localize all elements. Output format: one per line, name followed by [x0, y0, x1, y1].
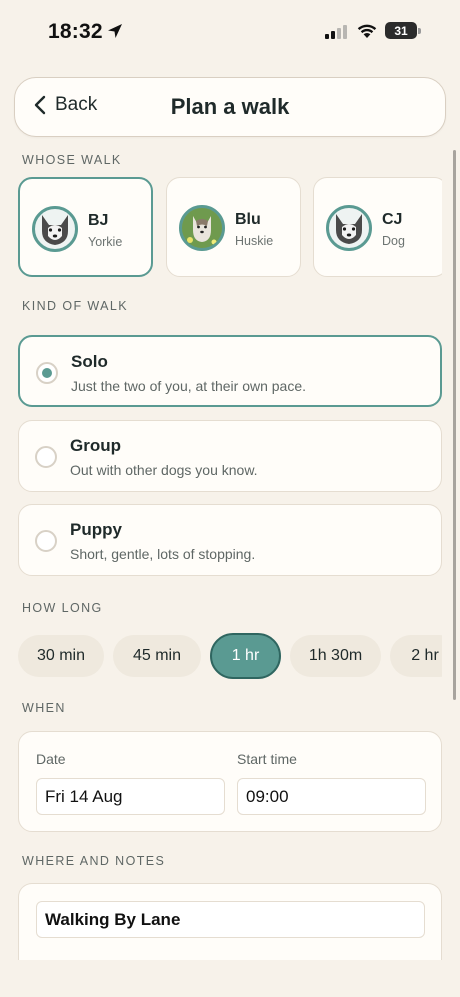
- walk-option-solo[interactable]: Solo Just the two of you, at their own p…: [18, 335, 442, 407]
- section-label-how-long: HOW LONG: [22, 601, 103, 615]
- duration-chip-30min[interactable]: 30 min: [18, 635, 104, 677]
- option-title-group: Group: [70, 436, 121, 455]
- battery-icon: 31: [385, 22, 417, 39]
- date-label: Date: [36, 751, 66, 767]
- bottom-edge: [0, 960, 460, 997]
- duration-chip-1h30m[interactable]: 1h 30m: [290, 635, 381, 677]
- dog-card-cj[interactable]: CJ Dog: [313, 177, 442, 277]
- cellular-signal-icon: [325, 25, 347, 39]
- radio-solo[interactable]: [36, 362, 58, 384]
- radio-dot: [42, 368, 52, 378]
- scrollbar[interactable]: [453, 150, 456, 700]
- option-desc-solo: Just the two of you, at their own pace.: [71, 378, 307, 394]
- dog-name-blu: Blu: [235, 211, 261, 228]
- battery-level: 31: [394, 23, 408, 38]
- wifi-icon: [357, 24, 377, 38]
- option-desc-group: Out with other dogs you know.: [70, 462, 258, 478]
- dog-breed-cj: Dog: [382, 234, 405, 248]
- start-time-field[interactable]: 09:00: [237, 778, 426, 815]
- section-label-when: WHEN: [22, 701, 66, 715]
- dog-avatar-blu: [179, 205, 225, 251]
- header-bar: Back Plan a walk: [14, 77, 446, 137]
- dog-breed-blu: Huskie: [235, 234, 274, 248]
- dog-breed-bj: Yorkie: [88, 235, 123, 249]
- duration-chip-2hr[interactable]: 2 hr: [390, 635, 442, 677]
- start-time-label: Start time: [237, 751, 297, 767]
- dog-card-blu[interactable]: Blu Huskie: [166, 177, 301, 277]
- option-desc-puppy: Short, gentle, lots of stopping.: [70, 546, 256, 562]
- status-bar: 18:32 31: [0, 0, 460, 62]
- dog-avatar-bj: [32, 206, 78, 252]
- back-label: Back: [55, 94, 98, 115]
- option-title-puppy: Puppy: [70, 520, 122, 539]
- location-field[interactable]: Walking By Lane: [36, 901, 425, 938]
- radio-group[interactable]: [35, 446, 57, 468]
- dog-name-cj: CJ: [382, 211, 403, 228]
- date-field[interactable]: Fri 14 Aug: [36, 778, 225, 815]
- husky-icon: [336, 214, 362, 244]
- back-button[interactable]: Back: [33, 94, 97, 116]
- dog-photo-icon: [182, 208, 222, 248]
- section-label-whose-walk: WHOSE WALK: [22, 153, 122, 167]
- status-time: 18:32: [48, 20, 103, 43]
- when-card: Date Fri 14 Aug Start time 09:00: [18, 731, 442, 832]
- duration-selector: 30 min 45 min 1 hr 1h 30m 2 hr: [18, 632, 442, 680]
- location-arrow-icon: [108, 24, 122, 38]
- walk-option-group[interactable]: Group Out with other dogs you know.: [18, 420, 442, 492]
- chevron-left-icon: [34, 95, 46, 115]
- duration-chip-45min[interactable]: 45 min: [113, 635, 201, 677]
- radio-puppy[interactable]: [35, 530, 57, 552]
- husky-icon: [42, 215, 68, 245]
- dog-name-bj: BJ: [88, 212, 109, 229]
- duration-chip-1hr[interactable]: 1 hr: [210, 633, 281, 679]
- section-label-kind-of-walk: KIND OF WALK: [22, 299, 128, 313]
- option-title-solo: Solo: [71, 352, 108, 371]
- dog-avatar-cj: [326, 205, 372, 251]
- dog-selector: BJ Yorkie Blu Huskie CJ Dog: [18, 176, 442, 278]
- walk-option-puppy[interactable]: Puppy Short, gentle, lots of stopping.: [18, 504, 442, 576]
- battery-cap: [418, 28, 421, 34]
- section-label-where-and-notes: WHERE AND NOTES: [22, 854, 166, 868]
- dog-card-bj[interactable]: BJ Yorkie: [18, 177, 153, 277]
